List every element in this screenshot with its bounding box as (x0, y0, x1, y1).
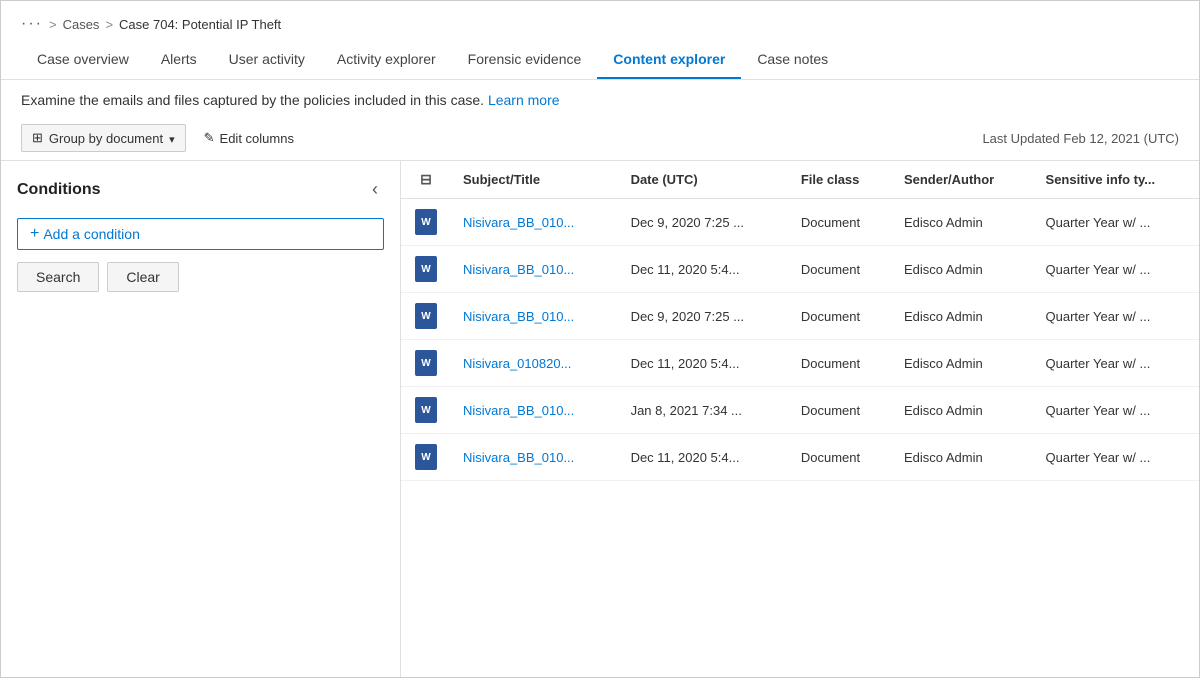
col-header-file-class[interactable]: File class (789, 161, 892, 199)
row-subject[interactable]: Nisivara_BB_010... (451, 434, 619, 481)
word-file-icon: W (415, 444, 437, 470)
table-row[interactable]: W Nisivara_010820...Dec 11, 2020 5:4...Do… (401, 340, 1199, 387)
conditions-title: Conditions (17, 181, 101, 199)
row-icon-cell: W (401, 434, 451, 481)
edit-columns-icon: ✎ (204, 130, 215, 146)
word-file-icon: W (415, 256, 437, 282)
word-file-icon: W (415, 350, 437, 376)
last-updated-text: Last Updated Feb 12, 2021 (UTC) (982, 131, 1179, 146)
row-subject[interactable]: Nisivara_BB_010... (451, 387, 619, 434)
col-header-subject[interactable]: Subject/Title (451, 161, 619, 199)
filter-icon[interactable]: ⊟ (420, 171, 432, 188)
col-header-sensitive[interactable]: Sensitive info ty... (1034, 161, 1199, 199)
row-sender: Edisco Admin (892, 246, 1034, 293)
row-sensitive: Quarter Year w/ ... (1034, 199, 1199, 246)
breadcrumb-dots[interactable]: ··· (21, 15, 43, 33)
row-date: Dec 11, 2020 5:4... (619, 246, 789, 293)
row-subject[interactable]: Nisivara_010820... (451, 340, 619, 387)
row-date: Dec 9, 2020 7:25 ... (619, 199, 789, 246)
row-sensitive: Quarter Year w/ ... (1034, 340, 1199, 387)
add-condition-button[interactable]: + Add a condition (17, 218, 384, 250)
group-by-label: Group by document (49, 131, 163, 146)
row-sensitive: Quarter Year w/ ... (1034, 387, 1199, 434)
row-subject[interactable]: Nisivara_BB_010... (451, 199, 619, 246)
breadcrumb-sep1: > (49, 17, 57, 32)
clear-button[interactable]: Clear (107, 262, 178, 292)
tab-forensic-evidence[interactable]: Forensic evidence (452, 43, 598, 79)
row-file-class: Document (789, 434, 892, 481)
group-by-grid-icon: ⊞ (32, 130, 43, 146)
edit-columns-label: Edit columns (220, 131, 294, 146)
conditions-panel: Conditions + Add a condition Search Clea… (1, 161, 401, 677)
row-icon-cell: W (401, 387, 451, 434)
tab-user-activity[interactable]: User activity (213, 43, 321, 79)
row-date: Dec 11, 2020 5:4... (619, 434, 789, 481)
row-file-class: Document (789, 387, 892, 434)
tab-activity-explorer[interactable]: Activity explorer (321, 43, 452, 79)
chevron-left-icon (372, 182, 378, 199)
toolbar-left: ⊞ Group by document ✎ Edit columns (21, 124, 302, 152)
description-text: Examine the emails and files captured by… (21, 92, 484, 108)
row-file-class: Document (789, 199, 892, 246)
content-table: ⊟ Subject/Title Date (UTC) File class Se… (401, 161, 1199, 481)
row-date: Dec 11, 2020 5:4... (619, 340, 789, 387)
add-condition-label: Add a condition (43, 226, 140, 242)
table-row[interactable]: W Nisivara_BB_010...Jan 8, 2021 7:34 ...D… (401, 387, 1199, 434)
row-icon-cell: W (401, 246, 451, 293)
row-sender: Edisco Admin (892, 387, 1034, 434)
row-file-class: Document (789, 293, 892, 340)
col-header-icon: ⊟ (401, 161, 451, 199)
tab-case-notes[interactable]: Case notes (741, 43, 844, 79)
row-icon-cell: W (401, 199, 451, 246)
row-date: Dec 9, 2020 7:25 ... (619, 293, 789, 340)
col-header-sender[interactable]: Sender/Author (892, 161, 1034, 199)
chevron-down-icon (169, 131, 175, 146)
description-bar: Examine the emails and files captured by… (1, 80, 1199, 118)
toolbar: ⊞ Group by document ✎ Edit columns Last … (1, 118, 1199, 160)
row-subject[interactable]: Nisivara_BB_010... (451, 246, 619, 293)
data-panel: ⊟ Subject/Title Date (UTC) File class Se… (401, 161, 1199, 677)
main-area: Conditions + Add a condition Search Clea… (1, 160, 1199, 677)
word-file-icon: W (415, 397, 437, 423)
conditions-header: Conditions (17, 177, 384, 202)
row-date: Jan 8, 2021 7:34 ... (619, 387, 789, 434)
breadcrumb-sep2: > (105, 17, 113, 32)
tab-case-overview[interactable]: Case overview (21, 43, 145, 79)
row-icon-cell: W (401, 340, 451, 387)
row-file-class: Document (789, 340, 892, 387)
row-sender: Edisco Admin (892, 434, 1034, 481)
row-sender: Edisco Admin (892, 199, 1034, 246)
row-sensitive: Quarter Year w/ ... (1034, 246, 1199, 293)
table-row[interactable]: W Nisivara_BB_010...Dec 9, 2020 7:25 ...D… (401, 199, 1199, 246)
conditions-actions: Search Clear (17, 262, 384, 292)
row-subject[interactable]: Nisivara_BB_010... (451, 293, 619, 340)
edit-columns-button[interactable]: ✎ Edit columns (196, 125, 302, 151)
row-sensitive: Quarter Year w/ ... (1034, 434, 1199, 481)
table-header-row: ⊟ Subject/Title Date (UTC) File class Se… (401, 161, 1199, 199)
plus-icon: + (30, 225, 39, 243)
row-sender: Edisco Admin (892, 293, 1034, 340)
breadcrumb-current-case: Case 704: Potential IP Theft (119, 17, 281, 32)
tab-alerts[interactable]: Alerts (145, 43, 213, 79)
search-button[interactable]: Search (17, 262, 99, 292)
row-icon-cell: W (401, 293, 451, 340)
table-body: WNisivara_BB_010...Dec 9, 2020 7:25 ...D… (401, 199, 1199, 481)
row-file-class: Document (789, 246, 892, 293)
main-window: ··· > Cases > Case 704: Potential IP The… (0, 0, 1200, 678)
col-header-date[interactable]: Date (UTC) (619, 161, 789, 199)
row-sender: Edisco Admin (892, 340, 1034, 387)
tab-content-explorer[interactable]: Content explorer (597, 43, 741, 79)
breadcrumb: ··· > Cases > Case 704: Potential IP The… (1, 1, 1199, 43)
word-file-icon: W (415, 303, 437, 329)
table-row[interactable]: W Nisivara_BB_010...Dec 11, 2020 5:4...Do… (401, 246, 1199, 293)
collapse-panel-button[interactable] (366, 177, 384, 202)
learn-more-link[interactable]: Learn more (488, 92, 560, 108)
nav-tabs: Case overview Alerts User activity Activ… (1, 43, 1199, 80)
row-sensitive: Quarter Year w/ ... (1034, 293, 1199, 340)
table-row[interactable]: W Nisivara_BB_010...Dec 9, 2020 7:25 ...D… (401, 293, 1199, 340)
group-by-button[interactable]: ⊞ Group by document (21, 124, 186, 152)
word-file-icon: W (415, 209, 437, 235)
breadcrumb-cases[interactable]: Cases (63, 17, 100, 32)
table-row[interactable]: W Nisivara_BB_010...Dec 11, 2020 5:4...Do… (401, 434, 1199, 481)
